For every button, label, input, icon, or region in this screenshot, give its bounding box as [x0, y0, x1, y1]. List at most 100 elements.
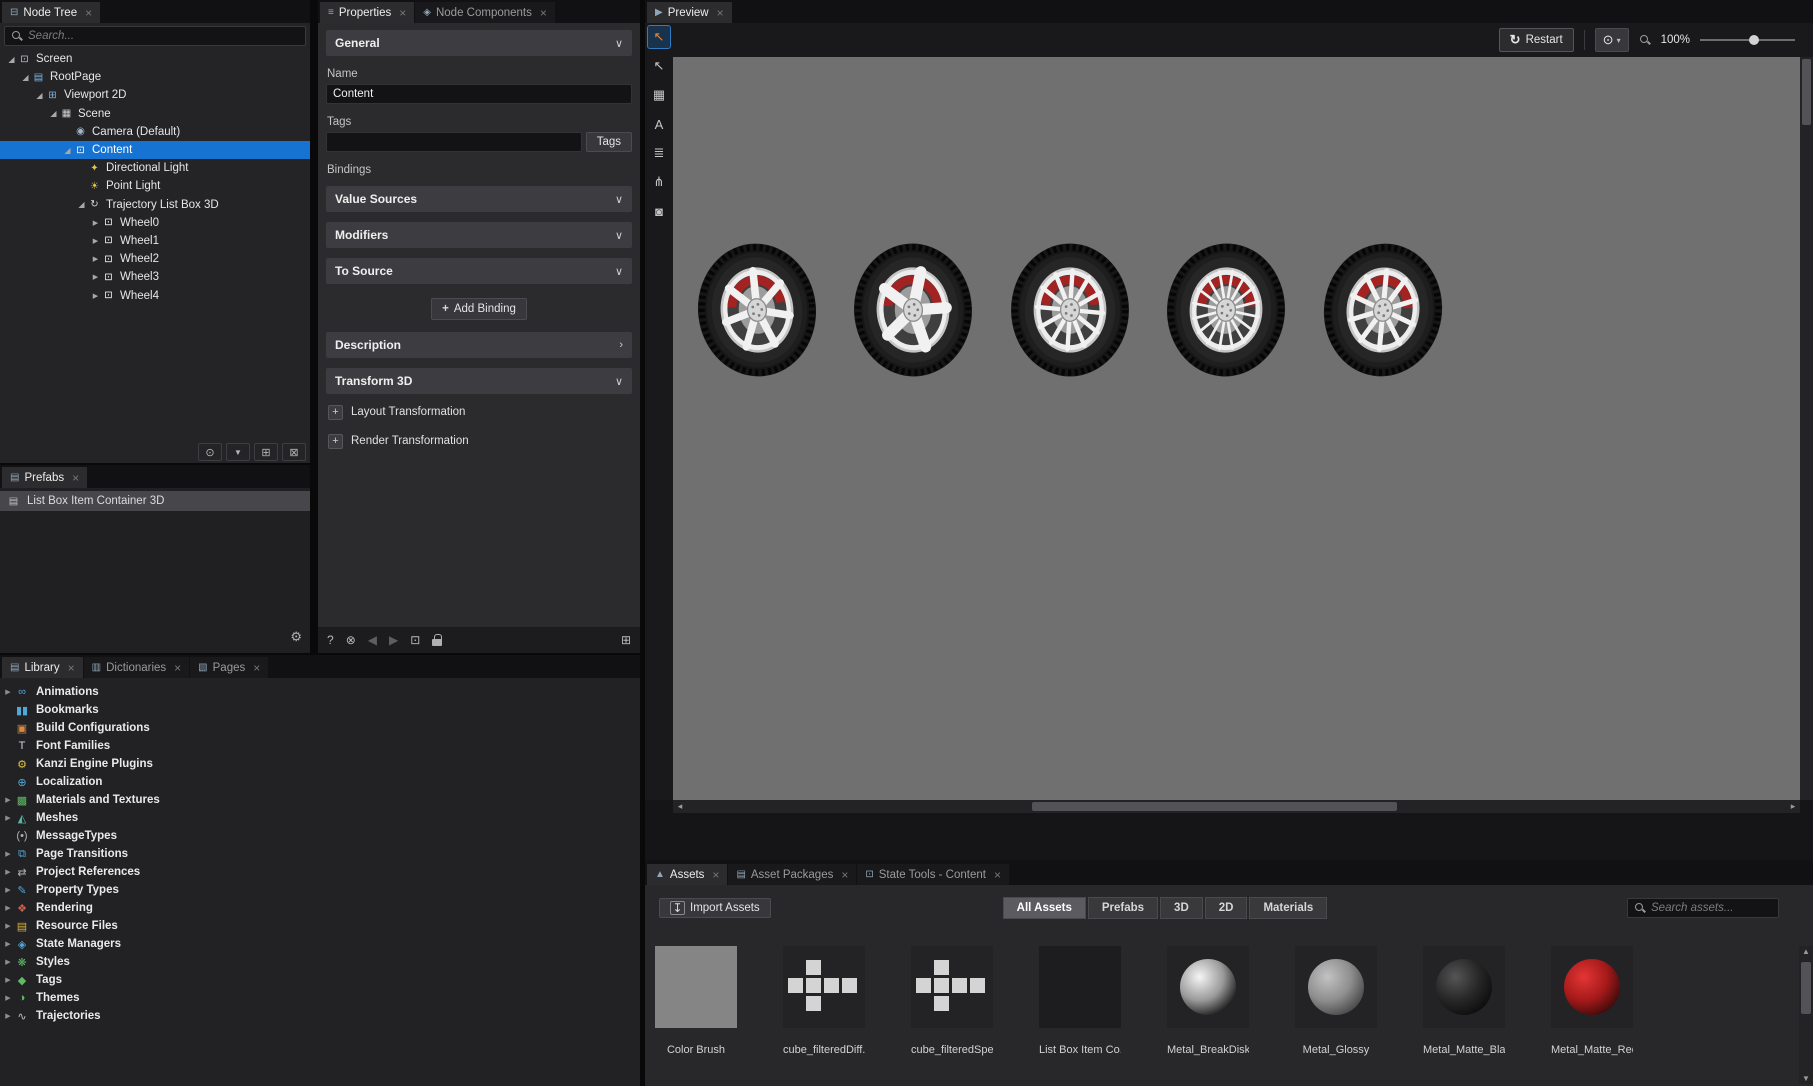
close-icon[interactable]: × — [994, 868, 1001, 882]
asset-item-cube-filtereddiff[interactable]: cube_filteredDiff... — [783, 946, 865, 1086]
expand-icon[interactable]: ▶ — [0, 886, 13, 894]
asset-item-metal-matte-red[interactable]: Metal_Matte_Red — [1551, 946, 1633, 1086]
scrollbar-track[interactable] — [687, 800, 1786, 813]
value-sources-section-header[interactable]: Value Sources∨ — [326, 186, 632, 212]
library-item-animations[interactable]: ▶∞Animations — [0, 683, 640, 701]
description-section-header[interactable]: Description › — [326, 332, 632, 358]
layout-transformation-row[interactable]: +Layout Transformation — [328, 401, 632, 423]
close-icon[interactable]: × — [68, 661, 75, 675]
panel-layout-icon[interactable]: ⊞ — [621, 633, 631, 647]
close-icon[interactable]: × — [85, 6, 92, 20]
library-item-messagetypes[interactable]: (•)MessageTypes — [0, 827, 640, 845]
library-item-tags[interactable]: ▶◆Tags — [0, 971, 640, 989]
tab-node-components[interactable]: ◈Node Components× — [415, 2, 555, 23]
tree-item-wheel4[interactable]: ▶⊡Wheel4 — [0, 286, 310, 304]
lock-icon[interactable] — [432, 634, 442, 646]
scroll-down-icon[interactable]: ▼ — [1802, 1074, 1810, 1083]
assets-search-input[interactable] — [1651, 902, 1772, 914]
asset-item-metal-matte-black[interactable]: Metal_Matte_Black — [1423, 946, 1505, 1086]
horizontal-scrollbar[interactable]: ◂ ▸ — [673, 800, 1800, 813]
tab-state-tools-content[interactable]: ⊡State Tools - Content× — [857, 864, 1009, 885]
filter-2d[interactable]: 2D — [1205, 897, 1248, 919]
library-item-bookmarks[interactable]: ▮▮Bookmarks — [0, 701, 640, 719]
expand-icon[interactable]: ▶ — [0, 1012, 13, 1020]
tab-assets[interactable]: ▲Assets× — [647, 864, 727, 885]
clear-filter-icon[interactable]: ⊠ — [282, 443, 306, 461]
expand-icon[interactable]: ▶ — [0, 976, 13, 984]
tree-item-viewport-2d[interactable]: ◢⊞Viewport 2D — [0, 86, 310, 104]
text-tool-icon[interactable]: A — [648, 113, 670, 135]
select-tool-icon[interactable]: ↖ — [648, 55, 670, 77]
transform-section-header[interactable]: Transform 3D ∨ — [326, 368, 632, 394]
expand-icon[interactable]: ▶ — [0, 814, 13, 822]
expand-icon[interactable]: ▶ — [90, 219, 101, 227]
restart-button[interactable]: ↻ Restart — [1499, 28, 1574, 52]
expand-icon[interactable]: ▶ — [90, 292, 101, 300]
collapse-icon[interactable]: ◢ — [62, 146, 73, 155]
close-icon[interactable]: × — [399, 6, 406, 20]
prefab-item-list-box-item-container-3d[interactable]: ▤List Box Item Container 3D — [0, 491, 310, 511]
zoom-slider[interactable] — [1700, 32, 1795, 48]
grid-view-icon[interactable]: ⊞ — [254, 443, 278, 461]
scroll-up-icon[interactable]: ▲ — [1802, 947, 1810, 956]
help-icon[interactable]: ? — [327, 633, 334, 647]
scroll-left-icon[interactable]: ◂ — [673, 801, 687, 812]
tab-dictionaries[interactable]: ▥Dictionaries× — [84, 657, 190, 678]
scrollbar-thumb[interactable] — [1032, 802, 1397, 811]
expand-icon[interactable]: ▶ — [0, 958, 13, 966]
tab-asset-packages[interactable]: ▤Asset Packages× — [728, 864, 856, 885]
modifiers-section-header[interactable]: Modifiers∨ — [326, 222, 632, 248]
tree-item-wheel3[interactable]: ▶⊡Wheel3 — [0, 268, 310, 286]
zoom-slider-thumb[interactable] — [1749, 35, 1759, 45]
scenegraph-tool-icon[interactable]: ⋔ — [648, 171, 670, 193]
plus-icon[interactable]: + — [328, 434, 343, 449]
add-binding-button[interactable]: + Add Binding — [431, 298, 527, 320]
expand-icon[interactable]: ▶ — [90, 273, 101, 281]
tree-item-wheel0[interactable]: ▶⊡Wheel0 — [0, 214, 310, 232]
library-item-styles[interactable]: ▶❋Styles — [0, 953, 640, 971]
library-item-themes[interactable]: ▶◑Themes — [0, 989, 640, 1007]
library-item-localization[interactable]: ⊕Localization — [0, 773, 640, 791]
show-hide-icon[interactable]: ⊙ — [198, 443, 222, 461]
tab-library[interactable]: ▤Library× — [2, 657, 83, 678]
collapse-icon[interactable]: ◢ — [20, 73, 31, 82]
asset-item-cube-filteredspe[interactable]: cube_filteredSpe... — [911, 946, 993, 1086]
asset-item-metal-breakdisk[interactable]: Metal_BreakDisk — [1167, 946, 1249, 1086]
asset-item-list-box-item-co[interactable]: List Box Item Co... — [1039, 946, 1121, 1086]
expand-icon[interactable]: ▶ — [0, 868, 13, 876]
visibility-button[interactable]: ⊙ ▾ — [1595, 28, 1629, 52]
tree-item-wheel2[interactable]: ▶⊡Wheel2 — [0, 250, 310, 268]
node-tree-search-input[interactable] — [28, 30, 299, 42]
to-source-section-header[interactable]: To Source∨ — [326, 258, 632, 284]
collapse-icon[interactable]: ◢ — [6, 55, 17, 64]
tree-item-scene[interactable]: ◢▦Scene — [0, 105, 310, 123]
library-item-property-types[interactable]: ▶✎Property Types — [0, 881, 640, 899]
tree-item-rootpage[interactable]: ◢▤RootPage — [0, 68, 310, 86]
expand-icon[interactable]: ▶ — [0, 850, 13, 858]
tree-item-camera-default[interactable]: ◉Camera (Default) — [0, 123, 310, 141]
library-item-font-families[interactable]: TFont Families — [0, 737, 640, 755]
layers-tool-icon[interactable]: ≣ — [648, 142, 670, 164]
plus-icon[interactable]: + — [328, 405, 343, 420]
close-icon[interactable]: × — [72, 471, 79, 485]
tab-pages[interactable]: ▧Pages× — [190, 657, 268, 678]
scrollbar-thumb[interactable] — [1801, 962, 1811, 1014]
asset-item-metal-glossy[interactable]: Metal_Glossy — [1295, 946, 1377, 1086]
library-item-meshes[interactable]: ▶◭Meshes — [0, 809, 640, 827]
library-item-kanzi-engine-plugins[interactable]: ⚙Kanzi Engine Plugins — [0, 755, 640, 773]
filter-materials[interactable]: Materials — [1249, 897, 1327, 919]
library-item-trajectories[interactable]: ▶∿Trajectories — [0, 1007, 640, 1025]
expand-icon[interactable]: ▶ — [0, 994, 13, 1002]
library-item-resource-files[interactable]: ▶▤Resource Files — [0, 917, 640, 935]
expand-icon[interactable]: ▶ — [0, 904, 13, 912]
filter-3d[interactable]: 3D — [1160, 897, 1203, 919]
tags-button[interactable]: Tags — [586, 132, 632, 152]
expand-icon[interactable]: ▶ — [0, 922, 13, 930]
scroll-right-icon[interactable]: ▸ — [1786, 801, 1800, 812]
close-icon[interactable]: × — [540, 6, 547, 20]
library-item-rendering[interactable]: ▶❖Rendering — [0, 899, 640, 917]
render-transformation-row[interactable]: +Render Transformation — [328, 430, 632, 452]
library-item-page-transitions[interactable]: ▶⧉Page Transitions — [0, 845, 640, 863]
expand-icon[interactable]: ▶ — [90, 237, 101, 245]
tags-input[interactable] — [333, 136, 575, 148]
